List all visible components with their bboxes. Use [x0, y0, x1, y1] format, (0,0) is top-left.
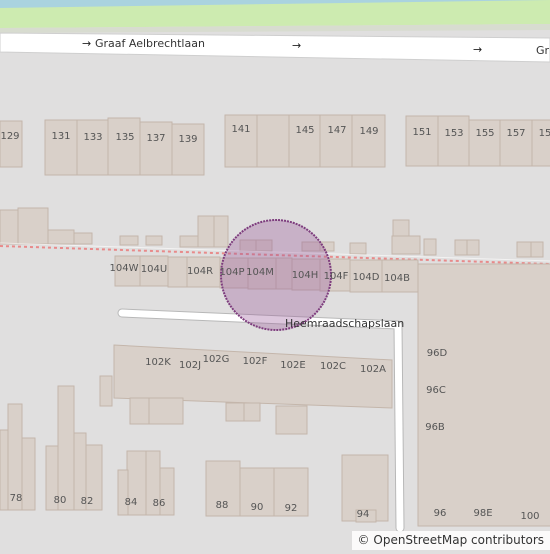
map-base-layer — [0, 0, 550, 550]
house-number: 88 — [215, 500, 229, 511]
house-number: 133 — [83, 132, 103, 143]
house-number: 139 — [178, 134, 198, 145]
building-139 — [171, 123, 205, 176]
house-number: 151 — [412, 127, 432, 138]
building-147 — [319, 114, 353, 168]
house-number: 102K — [145, 357, 171, 368]
house-number: 153 — [444, 128, 464, 139]
house-number: 157 — [506, 128, 526, 139]
building-133 — [76, 119, 109, 176]
house-number: 90 — [250, 502, 264, 513]
house-number: 129 — [0, 131, 20, 142]
house-number: 96D — [426, 348, 448, 359]
building-135 — [107, 117, 141, 176]
oneway-arrow: → — [292, 39, 302, 52]
house-number: 137 — [146, 133, 166, 144]
street-label-graaf-aelbrechtlaan: Graaf Aelbrechtlaan — [95, 37, 205, 50]
house-number: 98E — [473, 508, 493, 519]
building-153 — [437, 115, 470, 167]
building-131 — [44, 119, 78, 176]
house-number: 104B — [384, 273, 410, 284]
house-number: 104M — [246, 267, 274, 278]
building-137 — [139, 121, 173, 176]
copyright-symbol: © — [357, 532, 370, 547]
house-number: 104U — [140, 264, 168, 275]
house-number: 102A — [360, 364, 386, 375]
street-label-heemraadschapslaan: Heemraadschapslaan — [285, 317, 405, 330]
house-number: 102E — [280, 360, 306, 371]
house-number: 92 — [284, 503, 298, 514]
house-number: 86 — [152, 498, 166, 509]
house-number: 84 — [124, 497, 138, 508]
map-attribution: © OpenStreetMap contributors — [351, 530, 550, 550]
building-145 — [288, 114, 321, 168]
building-129 — [0, 120, 23, 168]
building-151 — [405, 115, 439, 167]
house-number: 82 — [80, 496, 94, 507]
map-canvas[interactable]: → Graaf Aelbrechtlaan → → Gr Heemraadsch… — [0, 0, 550, 550]
oneway-arrow: → — [82, 37, 92, 50]
oneway-arrow: → — [473, 43, 483, 56]
house-number: 104H — [291, 270, 319, 281]
house-number: 100 — [520, 511, 540, 522]
house-number: 78 — [9, 493, 23, 504]
house-number: 96C — [426, 385, 446, 396]
house-number: 155 — [475, 128, 495, 139]
building-157 — [499, 119, 533, 167]
house-number: 102C — [319, 361, 347, 372]
house-number: 149 — [359, 126, 379, 137]
house-number: 102J — [178, 360, 202, 371]
building-141 — [224, 114, 258, 168]
attribution-link[interactable]: OpenStreetMap contributors — [373, 533, 544, 547]
building-149 — [351, 114, 386, 168]
building-143 — [256, 114, 290, 168]
house-number: 96 — [433, 508, 447, 519]
house-number: 104D — [352, 272, 380, 283]
house-number: 147 — [327, 125, 347, 136]
house-number: 104P — [219, 267, 245, 278]
street-label-graaf-aelbrechtlaan-clipped: Gr — [536, 44, 550, 57]
house-number: 102G — [202, 354, 230, 365]
house-number: 94 — [356, 509, 370, 520]
house-number: 104W — [109, 263, 139, 274]
building-155 — [468, 119, 501, 167]
house-number: 145 — [295, 125, 315, 136]
house-number: 102F — [242, 356, 268, 367]
house-number: 15 — [538, 128, 550, 139]
house-number: 141 — [231, 124, 251, 135]
house-number: 135 — [115, 132, 135, 143]
house-number: 131 — [51, 131, 71, 142]
building-159 — [531, 119, 550, 167]
house-number: 96B — [425, 422, 445, 433]
house-number: 80 — [53, 495, 67, 506]
house-number: 104F — [323, 271, 349, 282]
house-number: 104R — [186, 266, 214, 277]
